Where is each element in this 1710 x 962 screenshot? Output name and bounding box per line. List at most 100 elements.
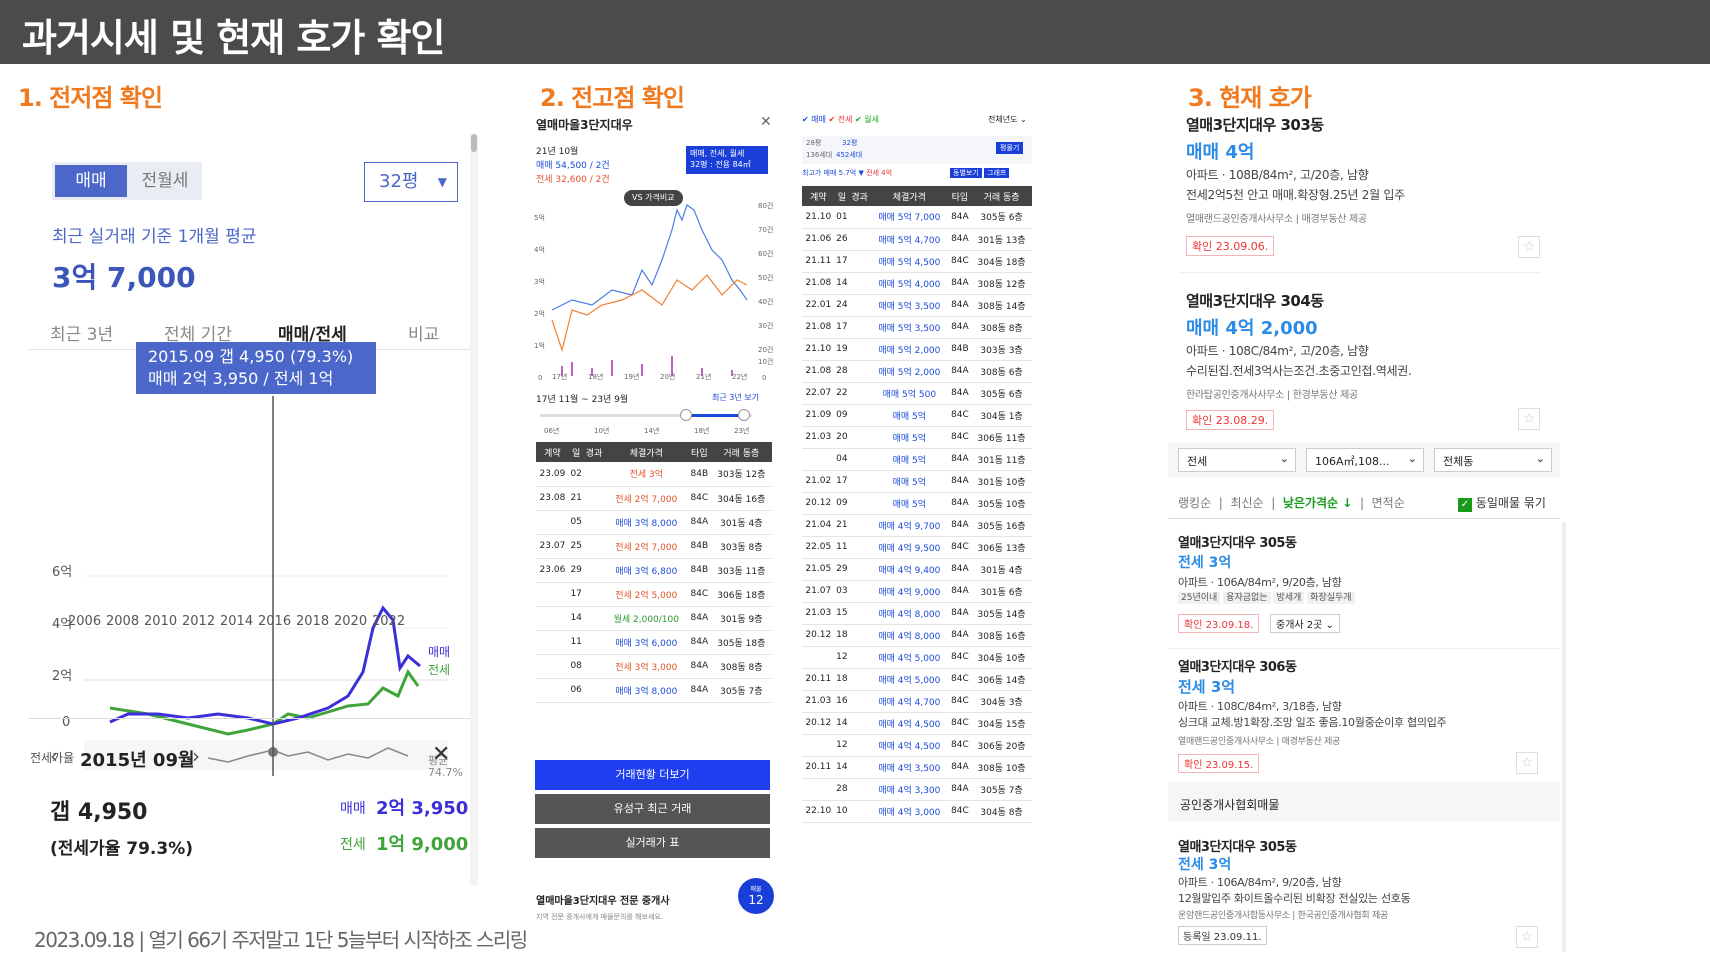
table-row[interactable]: 22.05 11 매매 4억 9,500 84C 306동 13층 — [802, 536, 1032, 559]
listing3-price: 전세 3억 — [1178, 555, 1232, 571]
listings-badge[interactable]: 매물 12 — [738, 878, 774, 914]
tab-sale[interactable]: 매매 — [55, 165, 127, 197]
table-row[interactable]: 12 매매 4억 5,000 84C 304동 10층 — [802, 646, 1032, 669]
mini-chart[interactable]: 5억 4억 3억 2억 1억 0 80건 70건 60건 50건 40건 30건 20건 10건 0 — [532, 190, 782, 390]
table-row[interactable]: 17 전세 2억 5,000 84C 306동 18층 — [536, 582, 772, 607]
table-row[interactable]: 21.10 19 매매 5억 2,000 84B 303동 3층 — [802, 338, 1032, 361]
tab-rent[interactable]: 전월세 — [130, 165, 200, 197]
table-row[interactable]: 20.11 18 매매 4억 5,000 84C 306동 14층 — [802, 668, 1032, 691]
favorite-icon[interactable]: ☆ — [1516, 752, 1538, 774]
dong-value: 전체동 — [1443, 455, 1474, 468]
recent-trades-button[interactable]: 유성구 최근 거래 — [535, 794, 770, 824]
year-select[interactable]: 전체년도 ⌄ — [988, 114, 1027, 125]
compare-button[interactable]: 평몰기 — [996, 142, 1024, 154]
table-row[interactable]: 21.10 01 매매 5억 7,000 84A 305동 6층 — [802, 206, 1032, 229]
table-row[interactable]: 20.11 14 매매 4억 3,500 84A 308동 10층 — [802, 756, 1032, 779]
view-buttons: 동별보기 그래프 — [950, 168, 1010, 178]
group-toggle[interactable]: ✓ 동일매물 묶기 — [1458, 494, 1546, 512]
favorite-icon[interactable]: ☆ — [1518, 236, 1540, 258]
table-row[interactable]: 28 매매 4억 3,300 84A 305동 7층 — [802, 778, 1032, 801]
table-row[interactable]: 21.03 20 매매 5억 84C 306동 11층 — [802, 426, 1032, 449]
table-cell: 84A — [948, 558, 972, 581]
table-row[interactable]: 11 매매 3억 6,000 84A 305동 18층 — [536, 630, 772, 655]
table-row[interactable]: 08 전세 3억 3,000 84A 308동 8층 — [536, 654, 772, 679]
y-label: 2억 — [52, 669, 72, 684]
table-row[interactable]: 04 매매 5억 84A 301동 11층 — [802, 448, 1032, 471]
filter-monthly[interactable]: ✔ 월세 — [855, 115, 879, 124]
listing1-name[interactable]: 열매3단지대우 303동 — [1186, 114, 1324, 135]
table-row[interactable]: 22.10 10 매매 4억 3,000 84C 304동 8층 — [802, 800, 1032, 823]
table-row[interactable]: 21.06 26 매매 5억 4,700 84A 301동 13층 — [802, 228, 1032, 251]
type-filters[interactable]: ✔ 매매 ✔ 전세 ✔ 월세 — [802, 114, 879, 125]
table-row[interactable]: 21.03 16 매매 4억 4,700 84C 304동 3층 — [802, 690, 1032, 713]
price-table-button[interactable]: 실거래가 표 — [535, 828, 770, 858]
graph-button[interactable]: 그래프 — [984, 168, 1010, 178]
table-cell — [849, 206, 871, 229]
filter-sale[interactable]: ✔ 매매 — [802, 115, 826, 124]
filter-jeonse[interactable]: ✔ 전세 — [829, 115, 853, 124]
table-row[interactable]: 22.07 22 매매 5억 500 84A 305동 6층 — [802, 382, 1032, 405]
more-trades-button[interactable]: 거래현황 더보기 — [535, 760, 770, 790]
sale-series — [551, 204, 748, 311]
table-row[interactable]: 21.03 15 매매 4억 8,000 84A 305동 14층 — [802, 602, 1032, 625]
range-slider[interactable] — [540, 409, 752, 421]
chip: 화장실두개 — [1307, 592, 1355, 604]
close-icon[interactable]: ✕ — [432, 742, 450, 767]
scrollbar[interactable] — [1562, 522, 1566, 952]
dong-select[interactable]: 전체동 ⌄ — [1434, 448, 1552, 472]
table-row[interactable]: 20.12 09 매매 5억 84A 305동 10층 — [802, 492, 1032, 515]
table-row[interactable]: 23.07 25 전세 2억 7,000 84B 303동 8층 — [536, 534, 772, 559]
by-dong-button[interactable]: 동별보기 — [950, 168, 982, 178]
favorite-icon[interactable]: ☆ — [1516, 926, 1538, 948]
next-month-icon[interactable]: › — [192, 744, 200, 768]
table-row[interactable]: 06 매매 3억 8,000 84A 305동 7층 — [536, 678, 772, 703]
table-row[interactable]: 21.07 03 매매 4억 9,000 84A 301동 6층 — [802, 580, 1032, 603]
table-row[interactable]: 21.09 09 매매 5억 84C 304동 1층 — [802, 404, 1032, 427]
y-label: 3억 — [534, 278, 545, 286]
trade-type-toggle[interactable]: 매매 전월세 — [52, 162, 202, 200]
table-row[interactable]: 21.05 29 매매 4억 9,400 84A 301동 4층 — [802, 558, 1032, 581]
table-row[interactable]: 20.12 18 매매 4억 8,000 84A 308동 16층 — [802, 624, 1032, 647]
table-cell: 매매 4억 9,700 — [870, 514, 949, 537]
tab-3y[interactable]: 최근 3년 — [50, 320, 113, 345]
table-row[interactable]: 23.09 02 전세 3억 84B 303동 12층 — [536, 462, 772, 487]
listing2-name[interactable]: 열매3단지대우 304동 — [1186, 290, 1324, 311]
table-row[interactable]: 20.12 14 매매 4억 4,500 84C 304동 15층 — [802, 712, 1032, 735]
table-cell: 21.05 — [802, 558, 835, 581]
table-row[interactable]: 21.02 17 매매 5억 84A 301동 10층 — [802, 470, 1032, 493]
listing4-name[interactable]: 열매3단지대우 306동 — [1178, 656, 1297, 675]
price-chart[interactable]: 6억 4억 2억 0 전세가율 매매 전세 평균 74.7% — [28, 396, 478, 776]
table-row[interactable]: 23.08 21 전세 2억 7,000 84C 304동 16층 — [536, 486, 772, 511]
area-select[interactable]: 106A㎡,108... ⌄ — [1306, 448, 1424, 472]
sort-lowest[interactable]: 낮은가격순 ↓ — [1283, 496, 1352, 510]
listing3-name[interactable]: 열매3단지대우 305동 — [1178, 532, 1297, 551]
table-row[interactable]: 14 월세 2,000/100 84A 301동 9층 — [536, 606, 772, 631]
prev-month-icon[interactable]: ‹ — [50, 744, 58, 768]
table-row[interactable]: 23.06 29 매매 3억 6,800 84B 303동 11층 — [536, 558, 772, 583]
table-row[interactable]: 21.04 21 매매 4억 9,700 84A 305동 16층 — [802, 514, 1032, 537]
table-row[interactable]: 12 매매 4억 4,500 84C 306동 20층 — [802, 734, 1032, 757]
type-select[interactable]: 전세 ⌄ — [1178, 448, 1296, 472]
table-row[interactable]: 05 매매 3억 8,000 84A 301동 4층 — [536, 510, 772, 535]
sort-area[interactable]: 면적순 — [1372, 496, 1405, 510]
table-cell: 84C — [948, 800, 972, 823]
table-cell: 303동 8층 — [710, 534, 772, 559]
size-select[interactable]: 32평 ▼ — [364, 162, 458, 202]
size-tabs[interactable]: 28평 136세대 32평 452세대 평몰기 — [802, 136, 1032, 164]
table-row[interactable]: 22.01 24 매매 5억 3,500 84A 308동 14층 — [802, 294, 1032, 317]
favorite-icon[interactable]: ☆ — [1518, 408, 1540, 430]
y2-label: 0 — [762, 374, 766, 382]
sort-latest[interactable]: 최신순 — [1230, 496, 1263, 510]
filter-select[interactable]: 매매, 전세, 월세 32평 : 전용 84㎡ — [686, 146, 768, 174]
table-row[interactable]: 21.08 28 매매 5억 2,000 84A 308동 6층 — [802, 360, 1032, 383]
tab-compare[interactable]: 비교 — [408, 320, 439, 345]
table-row[interactable]: 21.08 17 매매 5억 3,500 84A 308동 8층 — [802, 316, 1032, 339]
sort-ranking[interactable]: 랭킹순 — [1178, 496, 1211, 510]
broker-count-button[interactable]: 중개사 2곳 ⌄ — [1270, 614, 1340, 633]
table-row[interactable]: 21.11 17 매매 5억 4,500 84C 304동 18층 — [802, 250, 1032, 273]
recent-3y-link[interactable]: 최근 3년 보기 — [712, 392, 759, 403]
close-icon[interactable]: ✕ — [760, 114, 772, 130]
column-header: 타입 — [948, 186, 972, 206]
listing5-name[interactable]: 열매3단지대우 305동 — [1178, 836, 1297, 855]
table-row[interactable]: 21.08 14 매매 5억 4,000 84A 308동 12층 — [802, 272, 1032, 295]
